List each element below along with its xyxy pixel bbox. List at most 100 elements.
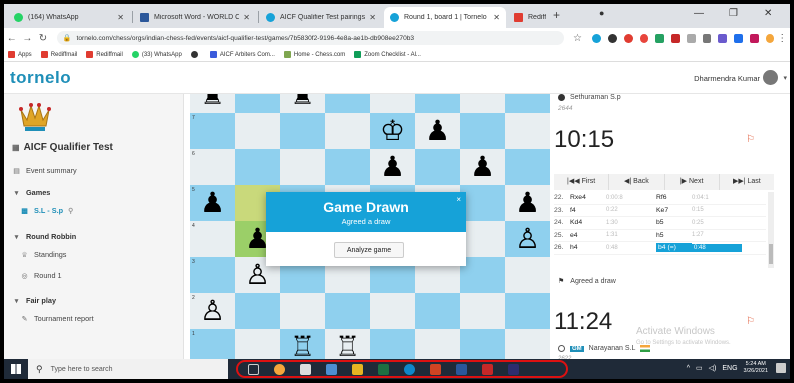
star-icon[interactable]: ☆ [570, 33, 586, 44]
black-rook-piece[interactable]: ♜ [190, 94, 235, 113]
extension-icon[interactable] [639, 33, 649, 43]
move-row[interactable]: 22. Rxe4 0:00:8 Rf6 0:04:1 [554, 192, 766, 205]
close-icon[interactable]: ✕ [369, 13, 376, 22]
chevron-down-icon[interactable]: ▾ [783, 74, 787, 82]
acrobat-icon[interactable] [482, 363, 493, 375]
clock[interactable]: 5:24 AM 3/26/2021 [744, 361, 768, 375]
tab-round-1-board-1[interactable]: Round 1, board 1 | Tornelo ✕ [384, 7, 506, 28]
board-square[interactable] [190, 149, 235, 185]
avatar[interactable] [763, 70, 778, 85]
extension-icon[interactable] [592, 33, 601, 43]
extension-icon[interactable] [686, 33, 696, 43]
move-row[interactable]: 24. Kd4 1:30 b5 0:25 [554, 217, 766, 230]
bookmark-aicf-arbiters[interactable]: AICF Arbiters Com... [209, 51, 275, 58]
white-pawn-piece[interactable]: ♙ [190, 293, 235, 329]
sidebar-item-event-summary[interactable]: ▤ Event summary [12, 166, 77, 175]
board-square[interactable] [190, 257, 235, 293]
task-view-icon[interactable] [248, 363, 259, 375]
extension-icon[interactable] [734, 33, 743, 43]
white-king-piece[interactable]: ♔ [370, 113, 415, 149]
maximize-button[interactable]: ❐ [729, 8, 738, 19]
back-button[interactable]: ◀| Back [609, 174, 665, 190]
white-rook-piece[interactable]: ♖ [325, 329, 370, 360]
bookmark-zoom-checklist[interactable]: Zoom Checklist - Al... [354, 51, 421, 58]
tab-word[interactable]: Microsoft Word - WORLD C... ✕ [134, 7, 256, 28]
board-square[interactable] [235, 293, 280, 329]
word-icon[interactable] [456, 363, 467, 375]
store-icon[interactable] [300, 363, 311, 375]
bookmark-whatsapp[interactable]: (33) WhatsApp [131, 51, 182, 58]
board-square[interactable] [325, 113, 370, 149]
board-square[interactable] [505, 94, 550, 113]
board-square[interactable] [325, 94, 370, 113]
close-icon[interactable]: ✕ [117, 13, 124, 22]
puzzle-icon[interactable] [749, 33, 759, 43]
taskbar-search[interactable]: ⚲ Type here to search [28, 359, 228, 379]
board-square[interactable] [280, 293, 325, 329]
move-row[interactable]: 26. h4 0:48 b4 (=) 0:48 [554, 242, 766, 255]
extension-icon[interactable] [623, 33, 633, 43]
chevron-up-icon[interactable]: ^ [687, 365, 690, 372]
last-move-button[interactable]: ▶▶| Last [720, 174, 774, 190]
start-button[interactable] [4, 359, 28, 379]
board-square[interactable] [415, 149, 460, 185]
board-square[interactable] [460, 329, 505, 359]
close-window-button[interactable]: ✕ [764, 8, 772, 19]
board-square[interactable] [460, 113, 505, 149]
profile-icon[interactable]: ● [599, 8, 604, 18]
avatar[interactable] [765, 33, 775, 43]
black-pawn-piece[interactable]: ♟ [415, 113, 460, 149]
sidebar-item-round-1[interactable]: ◎ Round 1 [20, 271, 61, 280]
board-square[interactable] [415, 329, 460, 359]
board-square[interactable] [190, 113, 235, 149]
move-row[interactable]: 25. e4 1:31 h5 1:27 [554, 230, 766, 242]
black-rook-piece[interactable]: ♜ [280, 94, 325, 113]
user-name[interactable]: Dharmendra Kumar [694, 74, 760, 83]
bookmark-rediffmail[interactable]: Rediffmail [40, 51, 77, 58]
board-square[interactable] [415, 94, 460, 113]
tab-whatsapp[interactable]: (164) WhatsApp ✕ [8, 7, 130, 28]
bookmark-github[interactable] [190, 51, 201, 58]
board-square[interactable] [505, 329, 550, 359]
white-rook-piece[interactable]: ♖ [280, 329, 325, 360]
more-icon[interactable]: ⋮ [774, 33, 790, 44]
extension-icon[interactable] [671, 33, 680, 43]
bookmark-rediffmail[interactable]: Rediffmail [86, 51, 123, 58]
sidebar-item-standings[interactable]: ♕ Standings [20, 250, 66, 259]
scrollbar-thumb[interactable] [769, 244, 773, 264]
address-bar[interactable]: 🔒 tornelo.com/chess/orgs/indian-chess-fe… [56, 31, 564, 45]
board-square[interactable] [505, 293, 550, 329]
board-square[interactable] [460, 221, 505, 257]
board-square[interactable] [280, 113, 325, 149]
board-square[interactable] [415, 293, 460, 329]
board-square[interactable] [370, 293, 415, 329]
board-square[interactable] [460, 293, 505, 329]
first-move-button[interactable]: |◀◀ First [554, 174, 610, 190]
close-icon[interactable]: ✕ [243, 13, 250, 22]
logo[interactable]: tornelo [10, 68, 71, 88]
board-square[interactable] [505, 257, 550, 293]
reload-icon[interactable]: ↻ [35, 33, 51, 44]
tab-rediffmail[interactable]: Rediffmail [508, 7, 552, 28]
analyze-game-button[interactable]: Analyze game [334, 242, 404, 258]
volume-icon[interactable]: ◁) [709, 364, 717, 372]
board-square[interactable] [235, 329, 280, 359]
language-indicator[interactable]: ENG [722, 365, 737, 372]
board-square[interactable] [460, 185, 505, 221]
extension-icon[interactable] [655, 33, 665, 43]
move-row[interactable]: 23. f4 0:22 Ke7 0:15 [554, 205, 766, 217]
pin-icon[interactable]: ⚲ [68, 207, 73, 215]
close-icon[interactable]: ✕ [493, 13, 500, 22]
black-pawn-piece[interactable]: ♟ [460, 149, 505, 185]
board-square[interactable] [325, 293, 370, 329]
powerpoint-icon[interactable] [430, 363, 441, 375]
board-square[interactable] [370, 94, 415, 113]
board-square[interactable] [235, 94, 280, 113]
event-title[interactable]: ▦ AICF Qualifier Test [12, 142, 113, 153]
sidebar-item-games[interactable]: ▾ Games [12, 188, 51, 197]
board-square[interactable] [190, 221, 235, 257]
sidebar-item-tournament-report[interactable]: ✎ Tournament report [20, 314, 94, 323]
notifications-icon[interactable] [776, 363, 786, 373]
minimize-button[interactable]: — [694, 8, 704, 19]
board-square[interactable] [460, 257, 505, 293]
